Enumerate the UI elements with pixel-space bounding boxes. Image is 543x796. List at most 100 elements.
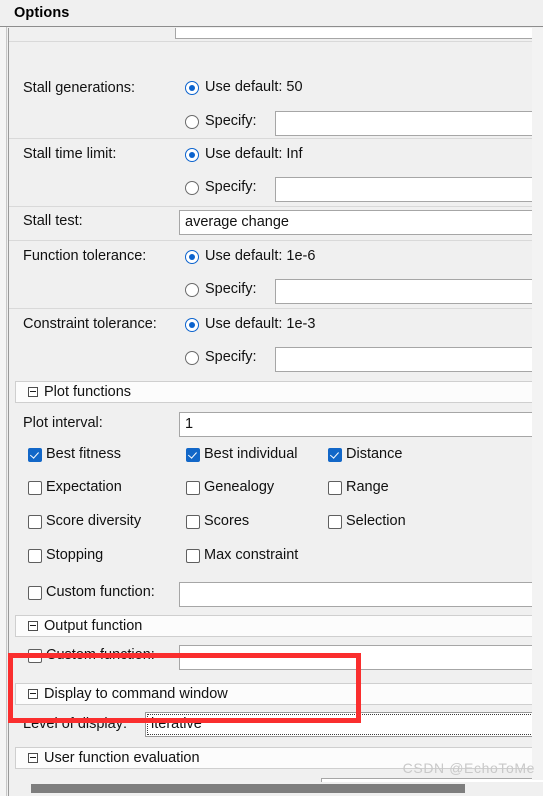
- checkbox-genealogy-label[interactable]: Genealogy: [204, 479, 274, 495]
- page-title: Options: [14, 5, 70, 21]
- stall-generations-specify-radio[interactable]: [185, 115, 199, 129]
- stall-time-limit-label: Stall time limit:: [23, 146, 117, 162]
- plot-interval-field[interactable]: 1: [179, 412, 543, 437]
- function-tolerance-specify-field[interactable]: [275, 279, 543, 304]
- checkbox-distance[interactable]: [328, 448, 342, 462]
- function-tolerance-label: Function tolerance:: [23, 248, 147, 264]
- constraint-tolerance-specify-field[interactable]: [275, 347, 543, 372]
- checkbox-best-individual-label[interactable]: Best individual: [204, 446, 298, 462]
- row-plot-custom-function: Custom function:: [9, 580, 543, 610]
- horizontal-scrollbar[interactable]: [9, 782, 543, 796]
- row-plot-interval: Plot interval: 1: [9, 410, 543, 440]
- section-plot-functions[interactable]: Plot functions: [15, 381, 543, 403]
- row-stall-test: Stall test: average change: [9, 208, 543, 240]
- row-separator: [9, 206, 537, 207]
- section-output-function-title: Output function: [44, 618, 143, 634]
- plot-custom-function-field[interactable]: [179, 582, 543, 607]
- checkbox-expectation-label[interactable]: Expectation: [46, 479, 122, 495]
- checkbox-genealogy[interactable]: [186, 481, 200, 495]
- checkbox-best-fitness-label[interactable]: Best fitness: [46, 446, 121, 462]
- previous-specify-field[interactable]: [175, 28, 543, 39]
- checkbox-score-diversity-label[interactable]: Score diversity: [46, 513, 141, 529]
- stall-time-limit-default-radio[interactable]: [185, 148, 199, 162]
- constraint-tolerance-default-radio[interactable]: [185, 318, 199, 332]
- row-stall-time-limit: Stall time limit: Use default: Inf Speci…: [9, 140, 543, 206]
- constraint-tolerance-label: Constraint tolerance:: [23, 316, 157, 332]
- row-stall-generations: Stall generations: Use default: 50 Speci…: [9, 44, 543, 136]
- checkbox-range-label[interactable]: Range: [346, 479, 389, 495]
- checkbox-best-individual[interactable]: [186, 448, 200, 462]
- section-user-function-evaluation-title: User function evaluation: [44, 750, 200, 766]
- row-output-custom-function: Custom function:: [9, 643, 543, 673]
- output-custom-function-field[interactable]: [179, 645, 543, 670]
- stall-test-label: Stall test:: [23, 213, 83, 229]
- section-display-to-command-window[interactable]: Display to command window: [15, 683, 543, 705]
- checkbox-output-custom-function[interactable]: [28, 649, 42, 663]
- row-separator: [9, 41, 537, 42]
- stall-generations-default-label[interactable]: Use default: 50: [205, 79, 303, 95]
- constraint-tolerance-specify-label[interactable]: Specify:: [205, 349, 257, 365]
- checkbox-stopping-label[interactable]: Stopping: [46, 547, 103, 563]
- stall-test-field[interactable]: average change: [179, 210, 543, 235]
- function-tolerance-default-radio[interactable]: [185, 250, 199, 264]
- plot-custom-function-label[interactable]: Custom function:: [46, 584, 155, 600]
- right-scroll-gutter[interactable]: [532, 28, 543, 780]
- stall-generations-default-radio[interactable]: [185, 81, 199, 95]
- options-scroll-panel: Stall generations: Use default: 50 Speci…: [8, 28, 543, 796]
- level-of-display-label: Level of display:: [23, 716, 127, 732]
- plot-interval-label: Plot interval:: [23, 415, 103, 431]
- function-tolerance-specify-radio[interactable]: [185, 283, 199, 297]
- checkbox-max-constraint[interactable]: [186, 549, 200, 563]
- stall-generations-specify-label[interactable]: Specify:: [205, 113, 257, 129]
- collapse-minus-icon[interactable]: [28, 621, 38, 631]
- checkbox-distance-label[interactable]: Distance: [346, 446, 402, 462]
- stall-time-limit-default-label[interactable]: Use default: Inf: [205, 146, 303, 162]
- checkbox-expectation[interactable]: [28, 481, 42, 495]
- checkbox-max-constraint-label[interactable]: Max constraint: [204, 547, 298, 563]
- plot-interval-value: 1: [185, 416, 194, 432]
- row-plot-checkboxes-3: Score diversity Scores Selection: [9, 513, 537, 535]
- stall-test-value: average change: [185, 214, 289, 230]
- options-panel-window: Options Stall generations: Use default: …: [0, 0, 543, 796]
- row-plot-checkboxes-4: Stopping Max constraint: [9, 547, 537, 569]
- checkbox-stopping[interactable]: [28, 549, 42, 563]
- level-of-display-field[interactable]: iterative: [145, 712, 543, 737]
- checkbox-selection[interactable]: [328, 515, 342, 529]
- function-tolerance-specify-label[interactable]: Specify:: [205, 281, 257, 297]
- collapse-minus-icon[interactable]: [28, 387, 38, 397]
- window-titlebar: Options: [0, 0, 543, 27]
- section-output-function[interactable]: Output function: [15, 615, 543, 637]
- stall-generations-specify-field[interactable]: [275, 111, 543, 136]
- constraint-tolerance-specify-radio[interactable]: [185, 351, 199, 365]
- checkbox-range[interactable]: [328, 481, 342, 495]
- checkbox-scores-label[interactable]: Scores: [204, 513, 249, 529]
- row-separator: [9, 240, 537, 241]
- watermark: CSDN @EchoToMe: [402, 760, 535, 776]
- stall-time-limit-specify-radio[interactable]: [185, 181, 199, 195]
- horizontal-scrollbar-thumb[interactable]: [31, 784, 465, 793]
- function-tolerance-default-label[interactable]: Use default: 1e-6: [205, 248, 315, 264]
- section-display-to-command-window-title: Display to command window: [44, 686, 228, 702]
- checkbox-best-fitness[interactable]: [28, 448, 42, 462]
- collapse-minus-icon[interactable]: [28, 689, 38, 699]
- checkbox-score-diversity[interactable]: [28, 515, 42, 529]
- constraint-tolerance-default-label[interactable]: Use default: 1e-3: [205, 316, 315, 332]
- level-of-display-value: iterative: [151, 716, 202, 732]
- output-custom-function-label[interactable]: Custom function:: [46, 647, 155, 663]
- row-separator: [9, 308, 537, 309]
- checkbox-scores[interactable]: [186, 515, 200, 529]
- stall-generations-label: Stall generations:: [23, 80, 136, 96]
- row-level-of-display: Level of display: iterative: [9, 711, 543, 741]
- row-separator: [9, 138, 537, 139]
- checkbox-selection-label[interactable]: Selection: [346, 513, 406, 529]
- row-plot-checkboxes-2: Expectation Genealogy Range: [9, 479, 537, 501]
- stall-time-limit-specify-field[interactable]: [275, 177, 543, 202]
- collapse-minus-icon[interactable]: [28, 753, 38, 763]
- row-plot-checkboxes-1: Best fitness Best individual Distance: [9, 446, 537, 468]
- row-function-tolerance: Function tolerance: Use default: 1e-6 Sp…: [9, 242, 543, 308]
- left-scroll-gutter[interactable]: [0, 27, 7, 796]
- checkbox-plot-custom-function[interactable]: [28, 586, 42, 600]
- stall-time-limit-specify-label[interactable]: Specify:: [205, 179, 257, 195]
- row-constraint-tolerance: Constraint tolerance: Use default: 1e-3 …: [9, 310, 543, 376]
- focus-outline: [147, 714, 543, 735]
